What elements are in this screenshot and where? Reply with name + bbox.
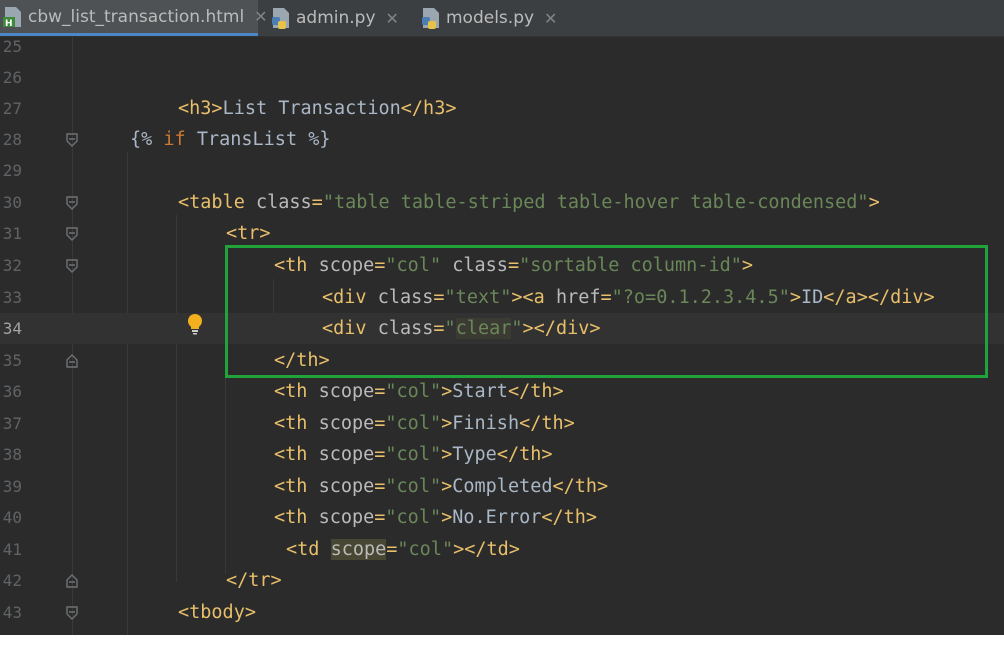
code-text: <th scope="col">Completed</th> — [274, 476, 609, 497]
code-line[interactable]: 39 <th scope="col">Completed</th> — [0, 471, 1004, 502]
line-number: 26 — [2, 68, 22, 87]
tab-label: cbw_list_transaction.html — [28, 6, 245, 27]
fold-marker-icon[interactable] — [65, 259, 79, 273]
line-number: 41 — [2, 540, 22, 559]
line-number: 39 — [2, 477, 22, 496]
tab-label: models.py — [446, 8, 535, 28]
line-number: 27 — [2, 99, 22, 118]
line-number: 28 — [2, 130, 22, 149]
line-number: 31 — [2, 224, 22, 243]
code-text: {% if TransList %} — [130, 129, 331, 150]
code-text: <table class="table table-striped table-… — [178, 192, 880, 213]
html-file-icon: H — [2, 6, 24, 29]
python-file-icon — [420, 7, 442, 29]
annotation-highlight-box — [225, 245, 988, 378]
tab-admin-py[interactable]: admin.py ✕ — [270, 0, 399, 36]
code-line[interactable]: 26 — [0, 62, 1004, 93]
code-text: <th scope="col">Type</th> — [274, 444, 553, 465]
line-number: 29 — [2, 161, 22, 180]
code-line[interactable]: 28 {% if TransList %} — [0, 124, 1004, 155]
code-line[interactable]: 43 <tbody> — [0, 597, 1004, 628]
code-editor[interactable]: 25 26 27 <h3>List Transaction</h3> 28 {%… — [0, 37, 1004, 635]
code-line[interactable]: 25 — [0, 37, 1004, 62]
line-number: 30 — [2, 193, 22, 212]
code-text: <th scope="col">No.Error</th> — [274, 507, 598, 528]
fold-marker-icon[interactable] — [65, 196, 79, 210]
line-number: 32 — [2, 256, 22, 275]
code-line[interactable]: 29 — [0, 155, 1004, 186]
code-line[interactable]: 42 </tr> — [0, 565, 1004, 596]
fold-end-marker-icon[interactable] — [65, 574, 79, 588]
line-number: 43 — [2, 603, 22, 622]
tab-models-py[interactable]: models.py ✕ — [420, 0, 557, 36]
close-icon[interactable]: ✕ — [254, 7, 267, 26]
line-number: 38 — [2, 445, 22, 464]
line-number: 37 — [2, 414, 22, 433]
fold-end-marker-icon[interactable] — [65, 354, 79, 368]
highlighted-word: scope — [330, 539, 387, 560]
line-number: 36 — [2, 382, 22, 401]
svg-text:H: H — [5, 19, 13, 28]
python-file-icon — [270, 7, 292, 29]
code-line[interactable]: 30 <table class="table table-striped tab… — [0, 187, 1004, 218]
tab-label: admin.py — [296, 8, 376, 28]
code-line[interactable]: 41 <td scope="col"></td> — [0, 534, 1004, 565]
code-line[interactable]: 27 <h3>List Transaction</h3> — [0, 93, 1004, 124]
fold-marker-icon[interactable] — [65, 133, 79, 147]
code-text: <th scope="col">Start</th> — [274, 381, 564, 402]
code-text: <td scope="col"></td> — [286, 539, 520, 560]
line-number: 35 — [2, 351, 22, 370]
fold-marker-icon[interactable] — [65, 606, 79, 620]
lightbulb-icon[interactable] — [186, 313, 204, 335]
code-text: <h3>List Transaction</h3> — [178, 98, 457, 119]
code-line[interactable]: 36 <th scope="col">Start</th> — [0, 376, 1004, 407]
fold-marker-icon[interactable] — [65, 227, 79, 241]
code-text: <tbody> — [178, 602, 256, 623]
tab-cbw-list-transaction[interactable]: H cbw_list_transaction.html ✕ — [0, 0, 268, 36]
code-line[interactable]: 40 <th scope="col">No.Error</th> — [0, 502, 1004, 533]
code-text: </tr> — [226, 570, 282, 591]
line-number: 33 — [2, 288, 22, 307]
editor-tab-bar: H cbw_list_transaction.html ✕ admin.py ✕… — [0, 0, 1004, 37]
line-number: 34 — [2, 319, 22, 338]
code-text: <th scope="col">Finish</th> — [274, 413, 575, 434]
line-number: 40 — [2, 508, 22, 527]
code-line[interactable]: 38 <th scope="col">Type</th> — [0, 439, 1004, 470]
code-line[interactable]: 37 <th scope="col">Finish</th> — [0, 408, 1004, 439]
line-number: 42 — [2, 571, 22, 590]
close-icon[interactable]: ✕ — [386, 9, 399, 28]
line-number: 25 — [2, 37, 22, 56]
close-icon[interactable]: ✕ — [544, 9, 557, 28]
